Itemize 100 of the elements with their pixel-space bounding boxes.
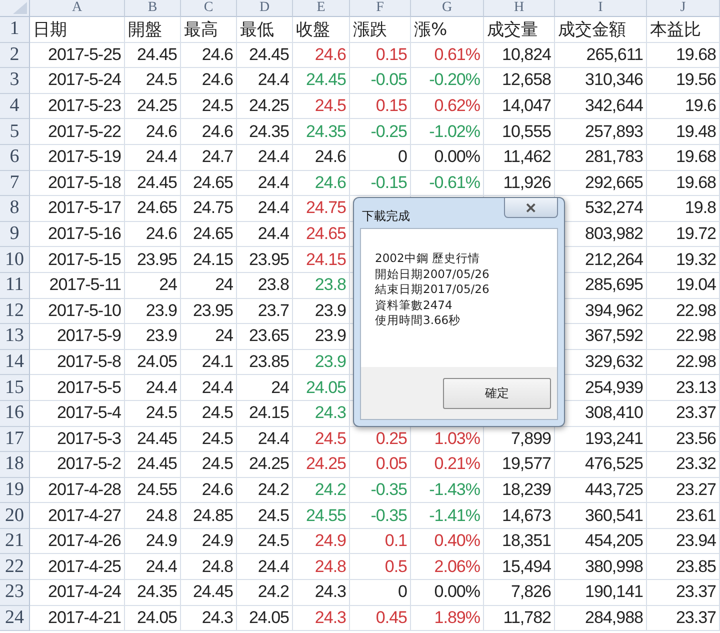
column-header[interactable]: H (484, 0, 555, 17)
table-cell: 24.15 (248, 403, 289, 424)
table-cell: 23.95 (136, 250, 177, 270)
table-cell: 22.98 (676, 352, 716, 372)
table-cell: 0.21% (434, 454, 480, 474)
table-cell: 22.98 (676, 326, 716, 346)
table-cell: 380,998 (585, 556, 643, 577)
row-header[interactable]: 11 (0, 272, 30, 299)
row-header[interactable]: 20 (0, 503, 30, 529)
ok-button[interactable]: 確定 (443, 378, 551, 408)
table-cell: 24.8 (314, 556, 346, 577)
column-header[interactable]: E (293, 0, 350, 17)
column-header[interactable]: F (350, 0, 411, 17)
table-cell: 2017-5-4 (56, 403, 121, 424)
table-cell: 257,893 (585, 122, 643, 142)
table-cell: 24.75 (306, 198, 346, 218)
column-header[interactable]: I (555, 0, 647, 17)
table-cell: 394,962 (585, 300, 643, 321)
table-cell: 329,632 (585, 352, 643, 372)
table-cell: 1.89% (434, 608, 480, 628)
table-cell: 24.4 (258, 172, 289, 193)
row-header[interactable]: 4 (0, 94, 30, 120)
table-cell: 24.05 (136, 352, 177, 372)
table-cell: 2017-5-17 (48, 198, 121, 218)
column-header[interactable]: B (125, 0, 181, 17)
table-cell: 24.75 (192, 198, 233, 218)
row-header[interactable]: 7 (0, 170, 30, 196)
table-cell: 23.85 (676, 556, 716, 577)
table-cell: 310,346 (585, 70, 643, 90)
table-cell: 24.4 (258, 224, 289, 244)
row-header[interactable]: 5 (0, 119, 30, 145)
table-cell: -1.43% (429, 480, 480, 500)
table-cell: 24.65 (192, 224, 233, 244)
table-cell: 24.6 (314, 147, 346, 168)
row-header[interactable]: 19 (0, 478, 30, 504)
table-cell: 24.9 (146, 531, 177, 552)
table-cell: 2017-5-19 (48, 147, 121, 168)
table-cell: 24.3 (314, 582, 346, 602)
table-cell: 24.4 (258, 198, 289, 218)
table-cell: 23.9 (314, 300, 346, 321)
table-cell: 23.37 (676, 403, 716, 424)
table-cell: 24.45 (136, 454, 177, 474)
row-header[interactable]: 9 (0, 222, 30, 248)
table-cell: 24.45 (248, 44, 289, 65)
column-header[interactable]: D (237, 0, 293, 17)
table-cell: 24.45 (136, 44, 177, 65)
table-cell: 24.5 (202, 454, 233, 474)
row-header[interactable]: 10 (0, 247, 30, 273)
table-cell: -0.20% (429, 70, 480, 90)
row-header[interactable]: 12 (0, 298, 30, 324)
column-header[interactable]: G (411, 0, 484, 17)
table-cell: 2017-5-24 (48, 70, 121, 90)
row-header[interactable]: 23 (0, 580, 30, 606)
table-cell: 2017-5-15 (48, 250, 121, 270)
table-cell: 1.03% (434, 428, 480, 449)
row-header[interactable]: 17 (0, 426, 30, 452)
row-header[interactable]: 2 (0, 42, 30, 68)
row-header[interactable]: 15 (0, 375, 30, 401)
table-cell: 19.68 (676, 147, 716, 168)
table-cell: 2017-5-22 (48, 122, 121, 142)
table-cell: 23.56 (676, 428, 716, 449)
row-header[interactable]: 6 (0, 144, 30, 171)
table-cell: 24.3 (314, 403, 346, 424)
table-cell: 2017-4-21 (48, 608, 121, 628)
row-header[interactable]: 16 (0, 400, 30, 426)
table-cell: 24.3 (202, 608, 233, 628)
table-cell: 2017-5-18 (48, 172, 121, 193)
table-cell: 24.5 (314, 96, 346, 116)
table-cell: 292,665 (585, 172, 643, 193)
row-header[interactable]: 18 (0, 452, 30, 478)
row-header[interactable]: 22 (0, 554, 30, 580)
table-cell-text: 成交量 (487, 18, 538, 41)
table-cell: 24.6 (202, 480, 233, 500)
table-cell: 24.2 (258, 480, 289, 500)
close-button[interactable]: ✕ (504, 198, 558, 218)
table-cell: 23.9 (146, 326, 177, 346)
table-cell: -1.41% (429, 506, 480, 526)
row-header[interactable]: 3 (0, 68, 30, 94)
table-cell: 24.6 (314, 44, 346, 65)
column-header[interactable]: A (30, 0, 125, 17)
table-cell: 24.25 (306, 454, 346, 474)
row-header[interactable]: 1 (0, 17, 30, 43)
table-cell: 24.6 (146, 122, 177, 142)
table-cell: 254,939 (585, 378, 643, 398)
row-header[interactable]: 14 (0, 350, 30, 376)
table-cell: 19.56 (676, 70, 716, 90)
row-header[interactable]: 8 (0, 196, 30, 222)
row-header[interactable]: 13 (0, 324, 30, 350)
column-header[interactable]: J (647, 0, 720, 17)
table-cell: 24.85 (192, 506, 233, 526)
table-cell: 24.7 (202, 147, 233, 168)
table-cell: 24.35 (248, 122, 289, 142)
table-cell: 24.4 (258, 556, 289, 577)
row-header[interactable]: 24 (0, 606, 30, 632)
table-cell-text: 日期 (33, 18, 67, 41)
table-cell: 24.4 (146, 147, 177, 168)
table-cell: 24.2 (258, 582, 289, 602)
row-header[interactable]: 21 (0, 528, 30, 554)
table-cell: 0.00% (434, 582, 480, 602)
column-header[interactable]: C (181, 0, 237, 17)
